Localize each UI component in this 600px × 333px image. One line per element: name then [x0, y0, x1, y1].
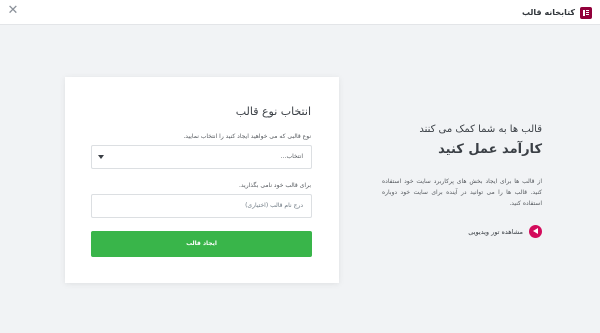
- chevron-down-icon: [98, 155, 104, 159]
- info-description: از قالب ها برای ایجاد بخش های پرکاربرد س…: [382, 178, 542, 207]
- template-name-input[interactable]: درج نام قالب (اختیاری): [91, 194, 312, 218]
- elementor-logo-icon: [580, 6, 592, 19]
- close-icon[interactable]: ✕: [6, 4, 20, 18]
- video-tour-label: مشاهده تور ویدیویی: [468, 227, 523, 236]
- library-brand: کتابخانه قالب: [522, 6, 592, 19]
- info-subtitle: قالب ها به شما کمک می کنند: [419, 124, 542, 135]
- template-type-select[interactable]: انتخاب...: [91, 145, 312, 169]
- top-bar: ✕ کتابخانه قالب: [0, 0, 600, 25]
- template-type-selected-value: انتخاب...: [280, 153, 303, 160]
- info-panel: قالب ها به شما کمک می کنند کارآمد عمل کن…: [382, 124, 542, 238]
- form-title: انتخاب نوع قالب: [235, 105, 311, 118]
- video-tour-link[interactable]: مشاهده تور ویدیویی: [468, 225, 542, 238]
- library-title: کتابخانه قالب: [521, 8, 575, 17]
- template-type-label: نوع قالبی که می خواهید ایجاد کنید را انت…: [183, 133, 311, 140]
- info-headline: کارآمد عمل کنید: [438, 142, 542, 157]
- new-template-form: انتخاب نوع قالب نوع قالبی که می خواهید ا…: [65, 77, 339, 283]
- template-name-label: برای قالب خود نامی بگذارید.: [238, 182, 311, 189]
- template-name-placeholder: درج نام قالب (اختیاری): [245, 202, 303, 209]
- play-icon: [529, 225, 542, 238]
- create-template-button[interactable]: ایجاد قالب: [91, 231, 312, 257]
